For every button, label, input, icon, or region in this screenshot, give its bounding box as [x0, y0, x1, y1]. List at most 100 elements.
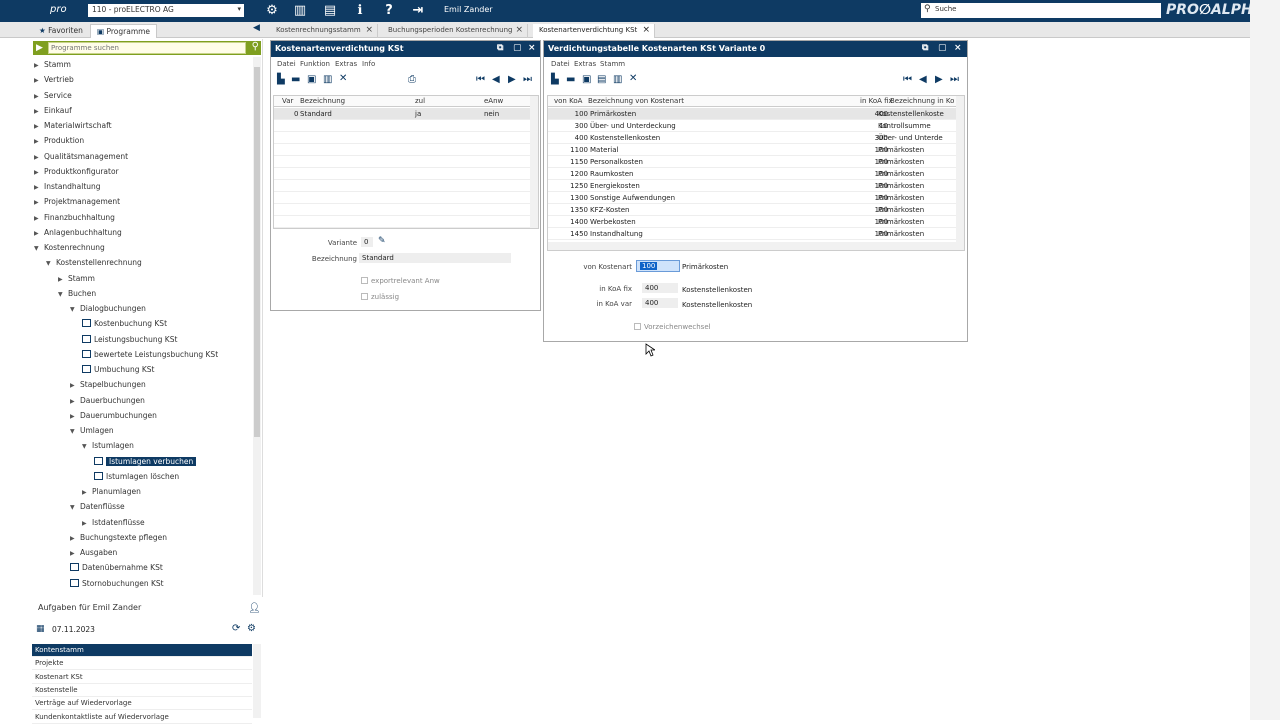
panel-icon[interactable]: ▥ — [292, 3, 308, 19]
cancel-icon[interactable]: ✕ — [339, 73, 347, 84]
tab-programme[interactable]: ▣ Programme — [90, 24, 158, 38]
task-item[interactable]: Verträge auf Wiedervorlage — [32, 697, 252, 711]
tree-item[interactable]: ▶ Ausgaben — [70, 546, 117, 560]
table-row[interactable]: 1100 Material 100 Primärkosten — [548, 144, 964, 156]
tab-buchungsperioden[interactable]: Buchungsperioden Kostenrechnung × — [382, 24, 528, 38]
tree-item[interactable]: ▼ Umlagen — [70, 424, 114, 438]
logout-icon[interactable]: ⇥ — [410, 3, 426, 19]
tree-item[interactable]: ▶ Istdatenflüsse — [82, 516, 145, 530]
tree-item[interactable]: Istumlagen löschen — [94, 470, 179, 484]
tree-item[interactable]: ▼ Istumlagen — [82, 439, 134, 453]
tree-item[interactable]: ▶ Einkauf — [34, 104, 72, 118]
col-eanw[interactable]: eAnw — [484, 97, 503, 105]
tab-favoriten[interactable]: ★ Favoriten — [33, 24, 89, 38]
delete-icon[interactable]: ▥ — [613, 74, 622, 85]
task-item[interactable]: Kontenstamm — [32, 644, 252, 657]
tree-item[interactable]: ▶ Qualitätsmanagement — [34, 150, 128, 164]
menu-info[interactable]: Info — [362, 60, 375, 68]
menu-datei[interactable]: Datei — [551, 60, 570, 68]
tree-item[interactable]: ▶ Buchungstexte pflegen — [70, 531, 167, 545]
close-icon[interactable]: × — [954, 43, 962, 53]
tree-item[interactable]: ▶ Instandhaltung — [34, 180, 101, 194]
next-record-icon[interactable]: ▶ — [935, 74, 943, 85]
company-select[interactable]: 110 - proELECTRO AG ▾ — [88, 4, 244, 17]
global-search-input[interactable]: ⚲ Suche — [921, 3, 1161, 18]
tree-item[interactable]: ▶ Produktion — [34, 134, 84, 148]
table-row[interactable]: 400 Kostenstellenkosten 300 Über- und Unter… — [548, 132, 964, 144]
layout-icon[interactable]: ▤ — [322, 3, 338, 19]
table-row[interactable]: 0 Standard ja nein — [274, 108, 538, 120]
col-zul[interactable]: zul — [415, 97, 425, 105]
table-row[interactable] — [274, 168, 538, 180]
close-icon[interactable]: × — [528, 43, 536, 53]
col-in-koa-fix[interactable]: in KoA fix — [860, 97, 893, 105]
exportrelevant-checkbox[interactable]: exportrelevant Anw — [361, 277, 440, 285]
table-row[interactable] — [274, 192, 538, 204]
close-icon[interactable]: × — [515, 25, 523, 35]
von-kostenart-field[interactable]: 100 — [636, 260, 680, 272]
tree-item[interactable]: bewertete Leistungsbuchung KSt — [82, 348, 218, 362]
in-koa-var-field[interactable]: 400 — [642, 298, 678, 308]
tab-kostenrechnungsstamm[interactable]: Kostenrechnungsstamm × — [270, 24, 378, 38]
user-icon[interactable]: 👤︎ — [248, 603, 261, 614]
tree-item[interactable]: ▶ Stapelbuchungen — [70, 378, 146, 392]
save-icon[interactable]: ▣ — [582, 74, 591, 85]
tree-item[interactable]: ▶ Stamm — [58, 272, 95, 286]
info-icon[interactable]: ℹ — [352, 3, 368, 19]
tree-item[interactable]: ▼ Dialogbuchungen — [70, 302, 146, 316]
tree-item[interactable]: ▶ Anlagenbuchhaltung — [34, 226, 122, 240]
task-item[interactable]: Projekte — [32, 657, 252, 671]
first-record-icon[interactable]: ⏮ — [903, 74, 912, 85]
table-row[interactable] — [274, 156, 538, 168]
menu-datei[interactable]: Datei — [277, 60, 296, 68]
menu-stamm[interactable]: Stamm — [600, 60, 625, 68]
tree-item[interactable]: ▶ Dauerbuchungen — [70, 394, 145, 408]
delete-icon[interactable]: ▥ — [323, 74, 332, 85]
in-koa-fix-field[interactable]: 400 — [642, 283, 678, 293]
new-icon[interactable]: ▙ — [277, 74, 285, 85]
program-search-input[interactable] — [48, 42, 246, 54]
tree-item[interactable]: Datenübernahme KSt — [70, 561, 163, 575]
next-record-icon[interactable]: ▶ — [508, 74, 516, 85]
first-record-icon[interactable]: ⏮ — [476, 74, 485, 85]
menu-extras[interactable]: Extras — [574, 60, 596, 68]
tree-item[interactable]: ▼ Datenflüsse — [70, 500, 125, 514]
grid-hscrollbar[interactable] — [548, 242, 964, 250]
col-bezeichnung-von[interactable]: Bezeichnung von Kostenart — [588, 97, 684, 105]
refresh-icon[interactable]: ⟳ — [232, 623, 240, 634]
close-icon[interactable]: × — [365, 25, 373, 35]
zulaessig-checkbox[interactable]: zulässig — [361, 293, 399, 301]
grid-scrollbar[interactable] — [530, 96, 538, 228]
maximize-icon[interactable]: ▢ — [513, 43, 522, 53]
table-row[interactable]: 100 Primärkosten 400 Kostenstellenkoste — [548, 108, 964, 120]
restore-icon[interactable]: ⧉ — [922, 43, 928, 53]
vorzeichenwechsel-checkbox[interactable]: Vorzeichenwechsel — [634, 323, 711, 331]
tree-item[interactable]: ▶ Projektmanagement — [34, 195, 120, 209]
save-icon[interactable]: ▣ — [307, 74, 316, 85]
col-var[interactable]: Var — [282, 97, 293, 105]
tab-kostenartenverdichtung[interactable]: Kostenartenverdichtung KSt × — [533, 24, 655, 38]
table-row[interactable]: 1200 Raumkosten 100 Primärkosten — [548, 168, 964, 180]
tree-item[interactable]: ▶ Materialwirtschaft — [34, 119, 112, 133]
tree-item[interactable]: ▶ Dauerumbuchungen — [70, 409, 157, 423]
task-item[interactable]: Kostenstelle — [32, 684, 252, 697]
menu-extras[interactable]: Extras — [335, 60, 357, 68]
tree-item[interactable]: ▼ Kostenstellenrechnung — [46, 256, 142, 270]
col-bezeichnung-in[interactable]: Bezeichnung in Ko — [890, 97, 954, 105]
gear-icon[interactable]: ⚙ — [247, 623, 256, 634]
help-icon[interactable]: ? — [381, 3, 397, 19]
tree-item[interactable]: Istumlagen verbuchen — [94, 455, 197, 469]
open-icon[interactable]: ▬ — [566, 74, 575, 85]
menu-funktion[interactable]: Funktion — [300, 60, 330, 68]
grid-scrollbar[interactable] — [956, 96, 964, 242]
col-bezeichnung[interactable]: Bezeichnung — [300, 97, 345, 105]
calendar-icon[interactable]: ▦ — [36, 624, 45, 634]
tasks-scrollbar[interactable] — [253, 644, 261, 718]
table-row[interactable]: 1400 Werbekosten 100 Primärkosten — [548, 216, 964, 228]
tree-item[interactable]: ▶ Service — [34, 89, 72, 103]
tree-scrollbar[interactable] — [253, 57, 261, 595]
collapse-panel-icon[interactable]: ◀ — [253, 23, 260, 33]
tree-item[interactable]: Stornobuchungen KSt — [70, 577, 164, 591]
table-row[interactable]: 1250 Energiekosten 100 Primärkosten — [548, 180, 964, 192]
tree-item[interactable]: ▶ Finanzbuchhaltung — [34, 211, 115, 225]
